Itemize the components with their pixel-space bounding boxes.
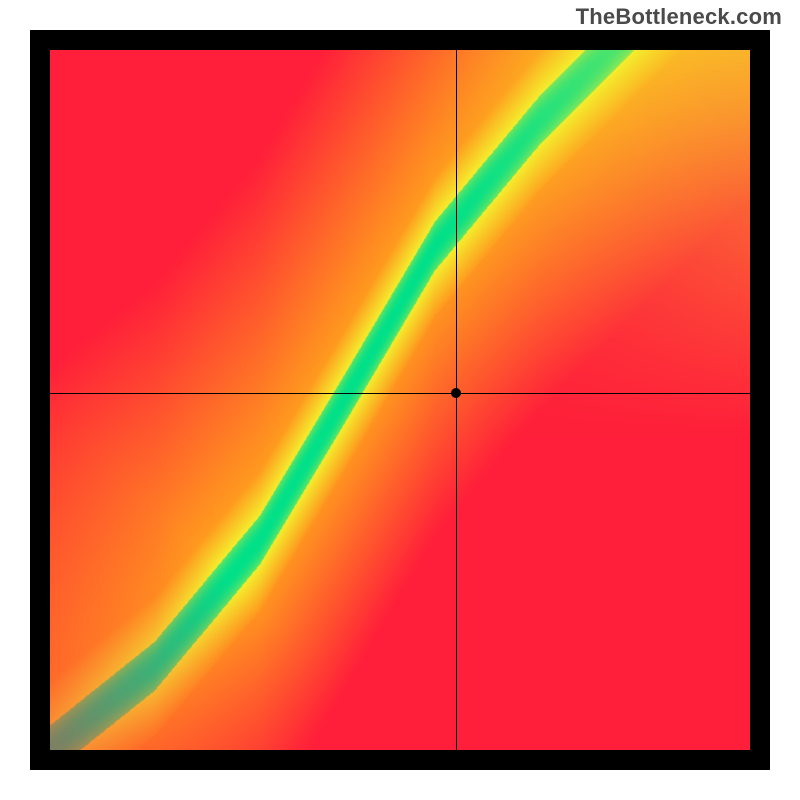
- chart-stage: TheBottleneck.com: [0, 0, 800, 800]
- plot-area: [50, 50, 750, 750]
- heatmap-canvas: [50, 50, 750, 750]
- crosshair-marker: [451, 388, 461, 398]
- plot-frame: [30, 30, 770, 770]
- crosshair-vertical: [456, 50, 457, 750]
- watermark-text: TheBottleneck.com: [576, 4, 782, 30]
- crosshair-horizontal: [50, 393, 750, 394]
